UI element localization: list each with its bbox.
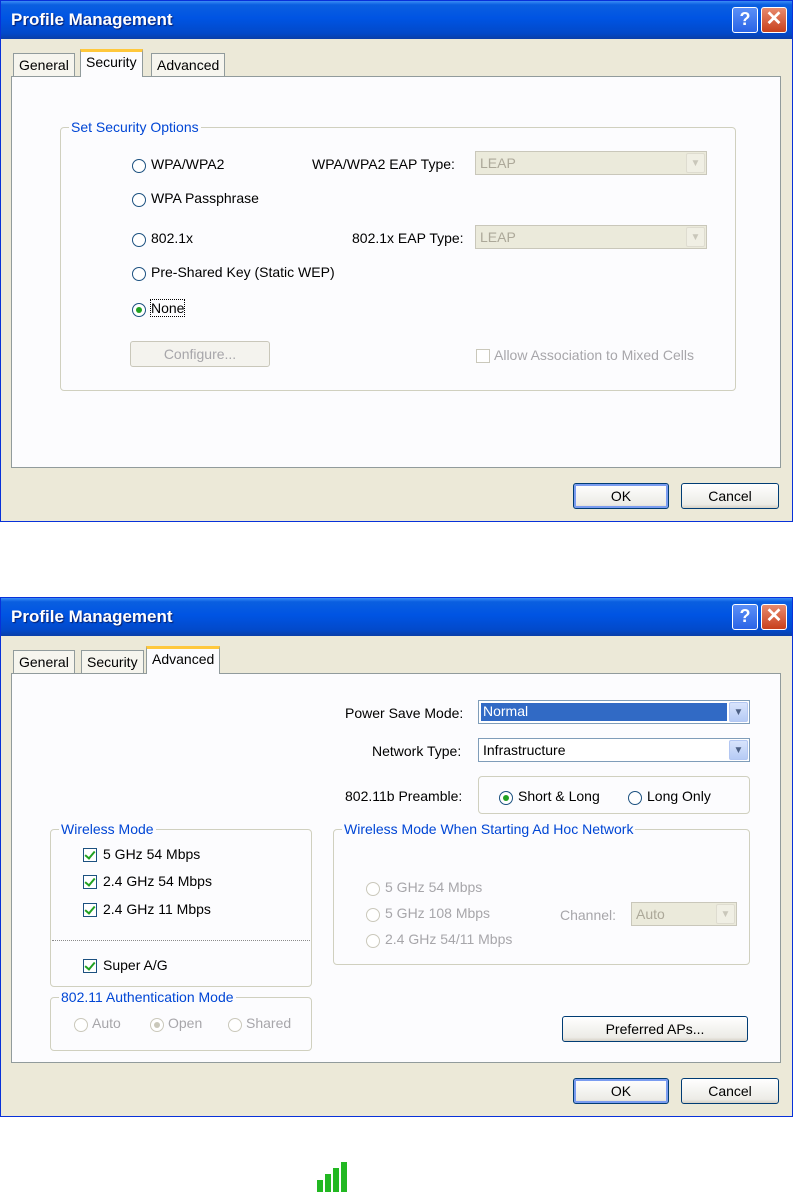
wpa-wpa2-radio[interactable]: [132, 159, 146, 173]
profile-management-dialog-advanced: Profile Management ? ✕ General Security …: [0, 597, 793, 1117]
mixed-cells-label: Allow Association to Mixed Cells: [494, 347, 694, 363]
long-only-radio[interactable]: [628, 791, 642, 805]
wpa-passphrase-radio[interactable]: [132, 193, 146, 207]
wpa-eap-type-dropdown[interactable]: LEAP ▼: [475, 151, 707, 175]
adhoc-5ghz-54-label: 5 GHz 54 Mbps: [385, 879, 483, 895]
group-legend: Set Security Options: [69, 119, 201, 135]
signal-bar-1: [317, 1180, 323, 1192]
dot1x-label: 802.1x: [151, 230, 194, 246]
wpa-passphrase-label: WPA Passphrase: [151, 190, 259, 206]
close-button[interactable]: ✕: [761, 7, 787, 33]
group-legend: Wireless Mode When Starting Ad Hoc Netwo…: [342, 821, 636, 837]
tab-general[interactable]: General: [13, 53, 75, 77]
cancel-button[interactable]: Cancel: [681, 483, 779, 509]
help-button[interactable]: ?: [732, 604, 758, 630]
24ghz-11-checkbox[interactable]: [83, 903, 97, 917]
group-legend: Wireless Mode: [59, 821, 156, 837]
group-legend: 802.11 Authentication Mode: [59, 989, 236, 1005]
auth-open-radio[interactable]: [150, 1018, 164, 1032]
preferred-aps-button[interactable]: Preferred APs...: [562, 1016, 748, 1042]
auth-open-label: Open: [168, 1015, 203, 1031]
tab-general[interactable]: General: [13, 650, 75, 674]
tab-advanced[interactable]: Advanced: [146, 646, 221, 674]
window-title: Profile Management: [11, 607, 173, 626]
wpa-wpa2-label: WPA/WPA2: [151, 156, 225, 172]
chevron-down-icon: ▼: [686, 153, 705, 173]
signal-bar-4: [341, 1162, 347, 1192]
chevron-down-icon: ▼: [686, 227, 705, 247]
none-radio[interactable]: [132, 303, 146, 317]
help-button[interactable]: ?: [732, 7, 758, 33]
short-long-radio[interactable]: [499, 791, 513, 805]
channel-dropdown[interactable]: Auto ▼: [631, 902, 737, 926]
24ghz-54-checkbox[interactable]: [83, 875, 97, 889]
dot1x-radio[interactable]: [132, 233, 146, 247]
dot1x-eap-type-label: 802.1x EAP Type:: [352, 230, 464, 246]
close-button[interactable]: ✕: [761, 604, 787, 630]
ok-button[interactable]: OK: [573, 483, 669, 509]
signal-strength-icon: [317, 1162, 347, 1192]
dot1x-eap-type-dropdown[interactable]: LEAP ▼: [475, 225, 707, 249]
short-long-label: Short & Long: [518, 788, 600, 804]
title-bar[interactable]: Profile Management ? ✕: [1, 1, 792, 39]
channel-label: Channel:: [560, 907, 617, 923]
cancel-button[interactable]: Cancel: [681, 1078, 779, 1104]
5ghz-54-checkbox[interactable]: [83, 848, 97, 862]
adhoc-5ghz-108-radio[interactable]: [366, 908, 380, 922]
adhoc-24ghz-label: 2.4 GHz 54/11 Mbps: [385, 931, 513, 947]
chevron-down-icon: ▼: [729, 740, 748, 760]
24ghz-54-label: 2.4 GHz 54 Mbps: [103, 873, 212, 889]
chevron-down-icon: ▼: [729, 702, 748, 722]
title-bar[interactable]: Profile Management ? ✕: [1, 598, 792, 636]
chevron-down-icon: ▼: [716, 904, 735, 924]
preamble-label: 802.11b Preamble:: [345, 788, 463, 804]
adhoc-5ghz-54-radio[interactable]: [366, 882, 380, 896]
signal-bar-3: [333, 1168, 339, 1192]
ok-button[interactable]: OK: [573, 1078, 669, 1104]
profile-management-dialog-security: Profile Management ? ✕ General Security …: [0, 0, 793, 522]
tab-security[interactable]: Security: [81, 650, 144, 674]
network-type-dropdown[interactable]: Infrastructure ▼: [478, 738, 750, 762]
adhoc-5ghz-108-label: 5 GHz 108 Mbps: [385, 905, 491, 921]
divider: [52, 940, 310, 941]
tab-advanced[interactable]: Advanced: [151, 53, 226, 77]
long-only-label: Long Only: [647, 788, 711, 804]
pre-shared-key-label: Pre-Shared Key (Static WEP): [151, 264, 335, 280]
super-ag-label: Super A/G: [103, 957, 168, 973]
super-ag-checkbox[interactable]: [83, 959, 97, 973]
24ghz-11-label: 2.4 GHz 11 Mbps: [103, 901, 211, 917]
security-panel: Set Security Options WPA/WPA2 WPA Passph…: [11, 76, 781, 468]
configure-button[interactable]: Configure...: [130, 341, 270, 367]
pre-shared-key-radio[interactable]: [132, 267, 146, 281]
power-save-mode-label: Power Save Mode:: [345, 705, 464, 721]
wpa-eap-type-label: WPA/WPA2 EAP Type:: [312, 156, 455, 172]
window-title: Profile Management: [11, 10, 173, 29]
auth-shared-radio[interactable]: [228, 1018, 242, 1032]
5ghz-54-label: 5 GHz 54 Mbps: [103, 846, 201, 862]
power-save-mode-dropdown[interactable]: Normal ▼: [478, 700, 750, 724]
auth-auto-radio[interactable]: [74, 1018, 88, 1032]
network-type-label: Network Type:: [372, 743, 462, 759]
none-label: None: [149, 299, 186, 317]
signal-bar-2: [325, 1174, 331, 1192]
adhoc-24ghz-radio[interactable]: [366, 934, 380, 948]
mixed-cells-checkbox[interactable]: [476, 349, 490, 363]
advanced-panel: Power Save Mode: Normal ▼ Network Type: …: [11, 673, 781, 1063]
auth-shared-label: Shared: [246, 1015, 292, 1031]
auth-auto-label: Auto: [92, 1015, 121, 1031]
tab-security[interactable]: Security: [80, 49, 143, 77]
